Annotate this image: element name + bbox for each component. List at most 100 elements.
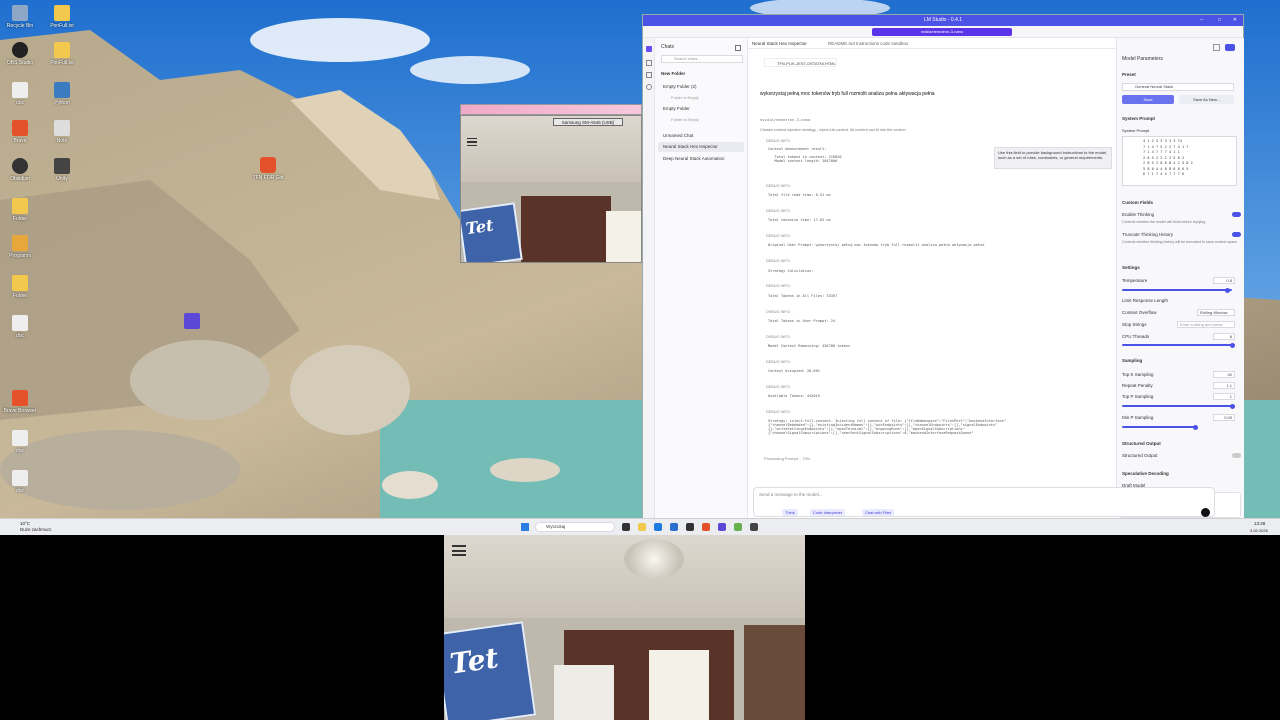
new-chat-icon[interactable]	[735, 45, 741, 51]
model-selector[interactable]: nvidia/nemotron-3-nano	[872, 28, 1012, 36]
python-icon[interactable]: Python	[44, 82, 80, 106]
store-icon[interactable]	[670, 523, 678, 531]
top-p-input[interactable]: 1	[1213, 393, 1235, 400]
maximize-button[interactable]: □	[1218, 15, 1221, 26]
search-icon[interactable]	[646, 84, 652, 90]
obsidian-icon[interactable]: Obsidian	[2, 158, 38, 182]
settings-icon[interactable]	[1225, 44, 1235, 51]
chandelier	[624, 539, 684, 579]
recycle-bin-icon[interactable]: Recycle Bin	[2, 5, 38, 29]
file-attachment[interactable]: TFN-PLIK-JEST-OSTATNI.HTML	[764, 58, 837, 67]
app-taskbar-icon[interactable]	[734, 523, 742, 531]
slider-knob[interactable]	[1230, 403, 1235, 409]
folder-icon[interactable]: Folder	[2, 275, 38, 299]
lmstudio-taskbar-icon[interactable]	[718, 523, 726, 531]
system-prompt-textarea[interactable]: 4 1 2 3 3 3 3 3 74 7 1 4 7 5 2 2 7 4 1 7…	[1122, 136, 1237, 186]
custom-fields-header: Custom Fields	[1122, 200, 1154, 205]
clock-date[interactable]: 3.02.2026	[1250, 528, 1268, 533]
folder-icon[interactable]: PonFull.txt	[44, 5, 80, 29]
document-icon[interactable]: doc	[2, 470, 38, 494]
obs-taskbar-icon[interactable]	[686, 523, 694, 531]
tab-active[interactable]: Neural Stack Hex Inspector	[752, 40, 807, 48]
think-chip[interactable]: Think	[782, 509, 798, 516]
chat-icon[interactable]	[646, 46, 652, 52]
enable-thinking-toggle[interactable]	[1232, 212, 1241, 217]
model-parameters-panel: Model Parameters Preset General Neural S…	[1116, 38, 1244, 518]
message-input[interactable]: Send a message to the model...	[759, 492, 823, 497]
min-p-input[interactable]: 0.05	[1213, 414, 1235, 421]
brave-browser-icon[interactable]: Brave Browser	[2, 390, 38, 414]
repeat-penalty-input[interactable]: 1.1	[1213, 382, 1235, 389]
chat-item[interactable]: Empty Folder	[663, 105, 690, 113]
cpu-threads-input[interactable]: 8	[1213, 333, 1235, 340]
temperature-slider[interactable]	[1122, 287, 1232, 293]
document-icon[interactable]: doc	[2, 430, 38, 454]
terminal-icon[interactable]	[646, 60, 652, 66]
weather-desc[interactable]: Duże zachmurz.	[20, 527, 53, 532]
cpu-threads-slider[interactable]	[1122, 342, 1235, 348]
folder-icon[interactable]: PonFull.txt	[44, 42, 80, 66]
terminal-taskbar-icon[interactable]	[750, 523, 758, 531]
top-k-input[interactable]: 40	[1213, 371, 1235, 378]
stop-strings-input[interactable]: Enter a string and press	[1177, 321, 1235, 328]
task-view-icon[interactable]	[622, 523, 630, 531]
debug-label: DEBUG INFO:	[766, 335, 791, 339]
top-k-label: Top K Sampling	[1122, 372, 1154, 377]
slider-knob[interactable]	[1230, 342, 1235, 348]
clock-time[interactable]: 13:28	[1254, 521, 1265, 526]
obs-icon[interactable]: OBS Studio	[2, 42, 38, 66]
slider-knob[interactable]	[1225, 287, 1230, 293]
minimize-button[interactable]: –	[1200, 15, 1203, 26]
debug-label: DEBUG INFO:	[766, 284, 791, 288]
code-interpreter-chip[interactable]: Code Interpreter	[810, 509, 846, 516]
slider-knob[interactable]	[1193, 424, 1198, 430]
chat-item[interactable]: Deep Neural Stack Automation	[663, 155, 725, 163]
search-input[interactable]: Search chats...	[661, 55, 743, 63]
tfn-shortcut-icon[interactable]: TFN FOR Gitt	[248, 157, 288, 181]
structured-output-toggle[interactable]	[1232, 453, 1241, 458]
explorer-icon[interactable]	[638, 523, 646, 531]
edge-icon[interactable]	[654, 523, 662, 531]
chat-item[interactable]: Unnamed Chat	[663, 132, 693, 140]
truncate-history-toggle[interactable]	[1232, 232, 1241, 237]
programs-folder-icon[interactable]: Programs	[2, 235, 38, 259]
min-p-slider[interactable]	[1122, 424, 1198, 430]
camera-window-small[interactable]	[460, 104, 642, 115]
stop-strings-label: Stop Strings	[1122, 322, 1147, 327]
brave-taskbar-icon[interactable]	[702, 523, 710, 531]
note-icon[interactable]: Note	[44, 120, 80, 144]
tab[interactable]: README.md Instructions code sandbox	[828, 40, 908, 48]
truncate-desc: Controls whether thinking history will b…	[1122, 240, 1237, 244]
start-icon[interactable]	[521, 523, 529, 531]
menu-icon[interactable]	[452, 545, 466, 556]
weather-temp[interactable]: 10°C	[20, 521, 30, 526]
save-as-new-button[interactable]: Save As New...	[1179, 95, 1234, 104]
structured-output-label: Structured Output	[1122, 453, 1158, 458]
chat-with-files-chip[interactable]: Chat with Files	[862, 509, 895, 516]
unity-icon[interactable]: Unity	[44, 158, 80, 182]
chat-item[interactable]: Empty Folder (2)	[663, 83, 697, 91]
folder-icon[interactable]	[646, 72, 652, 78]
new-folder-button[interactable]: New Folder	[661, 70, 685, 78]
send-button[interactable]	[1201, 508, 1210, 517]
debug-label: DEBUG INFO:	[766, 310, 791, 314]
save-button[interactable]: Save	[1122, 95, 1174, 104]
preset-select[interactable]: General Neural Stack	[1122, 83, 1234, 91]
close-button[interactable]: ✕	[1233, 15, 1237, 26]
debug-block: Context measurement result: Total tokens…	[768, 147, 842, 163]
taskbar-search[interactable]: Wyszukaj	[535, 522, 615, 532]
brave-icon[interactable]: Brave	[2, 120, 38, 144]
document-icon[interactable]: doc	[2, 315, 38, 339]
top-p-slider[interactable]	[1122, 403, 1235, 409]
door	[744, 625, 805, 720]
wrench-icon[interactable]	[1213, 44, 1220, 51]
document-icon[interactable]: doc	[2, 82, 38, 106]
temperature-input[interactable]: 0.8	[1213, 277, 1235, 284]
app-shortcut-icon[interactable]	[174, 313, 210, 331]
truncate-history-label: Truncate Thinking History	[1122, 232, 1174, 237]
model-label: nvidia/nemotron-3-nano	[760, 117, 811, 122]
context-overflow-select[interactable]: Rolling Window	[1197, 309, 1235, 316]
chat-item-active[interactable]: Neural Stack Hex Inspector	[663, 143, 718, 151]
folder-icon[interactable]: Folder	[2, 198, 38, 222]
menu-icon[interactable]	[467, 138, 477, 146]
